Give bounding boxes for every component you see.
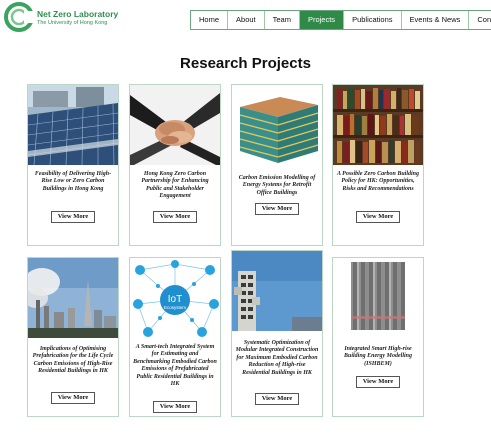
solar-panels-image[interactable] [28, 85, 118, 165]
project-title: Carbon Emission Modelling of Energy Syst… [238, 175, 316, 196]
lab-logo[interactable]: Net Zero Laboratory The University of Ho… [4, 2, 134, 34]
view-more-button[interactable]: View More [356, 376, 400, 388]
view-more-button[interactable]: View More [153, 211, 197, 223]
project-card: Feasibility of Delivering High-Rise Low … [27, 84, 119, 246]
lab-university: The University of Hong Kong [37, 20, 108, 26]
joined-hands-image[interactable] [130, 85, 220, 165]
project-title: Systematic Optimization of Modular Integ… [235, 340, 319, 376]
view-more-button[interactable]: View More [51, 392, 95, 404]
view-more-button[interactable]: View More [356, 211, 400, 223]
project-card: IoT Ecosystem A Smart-tech Integrated Sy… [129, 257, 221, 417]
project-card: A Possible Zero Carbon Building Policy f… [332, 84, 424, 246]
nav-about[interactable]: About [228, 11, 265, 29]
building-energy-model-image[interactable] [333, 258, 423, 338]
bookshelf-image[interactable] [333, 85, 423, 165]
view-more-button[interactable]: View More [255, 393, 299, 405]
building-model-image[interactable] [232, 85, 322, 165]
project-title: A Smart-tech Integrated System for Estim… [133, 344, 217, 388]
city-skyline-image[interactable] [28, 258, 118, 338]
nav-home[interactable]: Home [191, 11, 229, 29]
lab-logo-icon [4, 2, 34, 32]
iot-label: IoT [168, 294, 182, 305]
nav-projects[interactable]: Projects [299, 11, 345, 29]
project-card: Hong Kong Zero Carbon Partnership for En… [129, 84, 221, 246]
ecosystem-label: Ecosystem [164, 305, 186, 310]
nav-events-news[interactable]: Events & News [401, 11, 470, 29]
project-card: Systematic Optimization of Modular Integ… [231, 250, 323, 417]
iot-ecosystem-image[interactable]: IoT Ecosystem [130, 258, 220, 338]
main-nav: Home About Team Projects Publications Ev… [190, 10, 491, 30]
project-card: Implications of Optimising Prefabricatio… [27, 257, 119, 417]
project-title: Hong Kong Zero Carbon Partnership for En… [141, 171, 209, 200]
project-card: Carbon Emission Modelling of Energy Syst… [231, 84, 323, 246]
project-title: Implications of Optimising Prefabricatio… [32, 346, 114, 375]
view-more-button[interactable]: View More [51, 211, 95, 223]
project-title: Feasibility of Delivering High-Rise Low … [34, 171, 112, 192]
modular-tower-image[interactable] [232, 251, 322, 331]
project-card: Integrated Smart High-rise Building Ener… [332, 257, 424, 417]
project-title: Integrated Smart High-rise Building Ener… [343, 346, 412, 367]
nav-team[interactable]: Team [264, 11, 300, 29]
page-title: Research Projects [180, 55, 311, 72]
nav-publications[interactable]: Publications [344, 11, 402, 29]
lab-name: Net Zero Laboratory [37, 9, 119, 19]
nav-contact[interactable]: Contact [469, 11, 491, 29]
view-more-button[interactable]: View More [153, 401, 197, 413]
project-title: A Possible Zero Carbon Building Policy f… [336, 171, 420, 192]
view-more-button[interactable]: View More [255, 203, 299, 215]
